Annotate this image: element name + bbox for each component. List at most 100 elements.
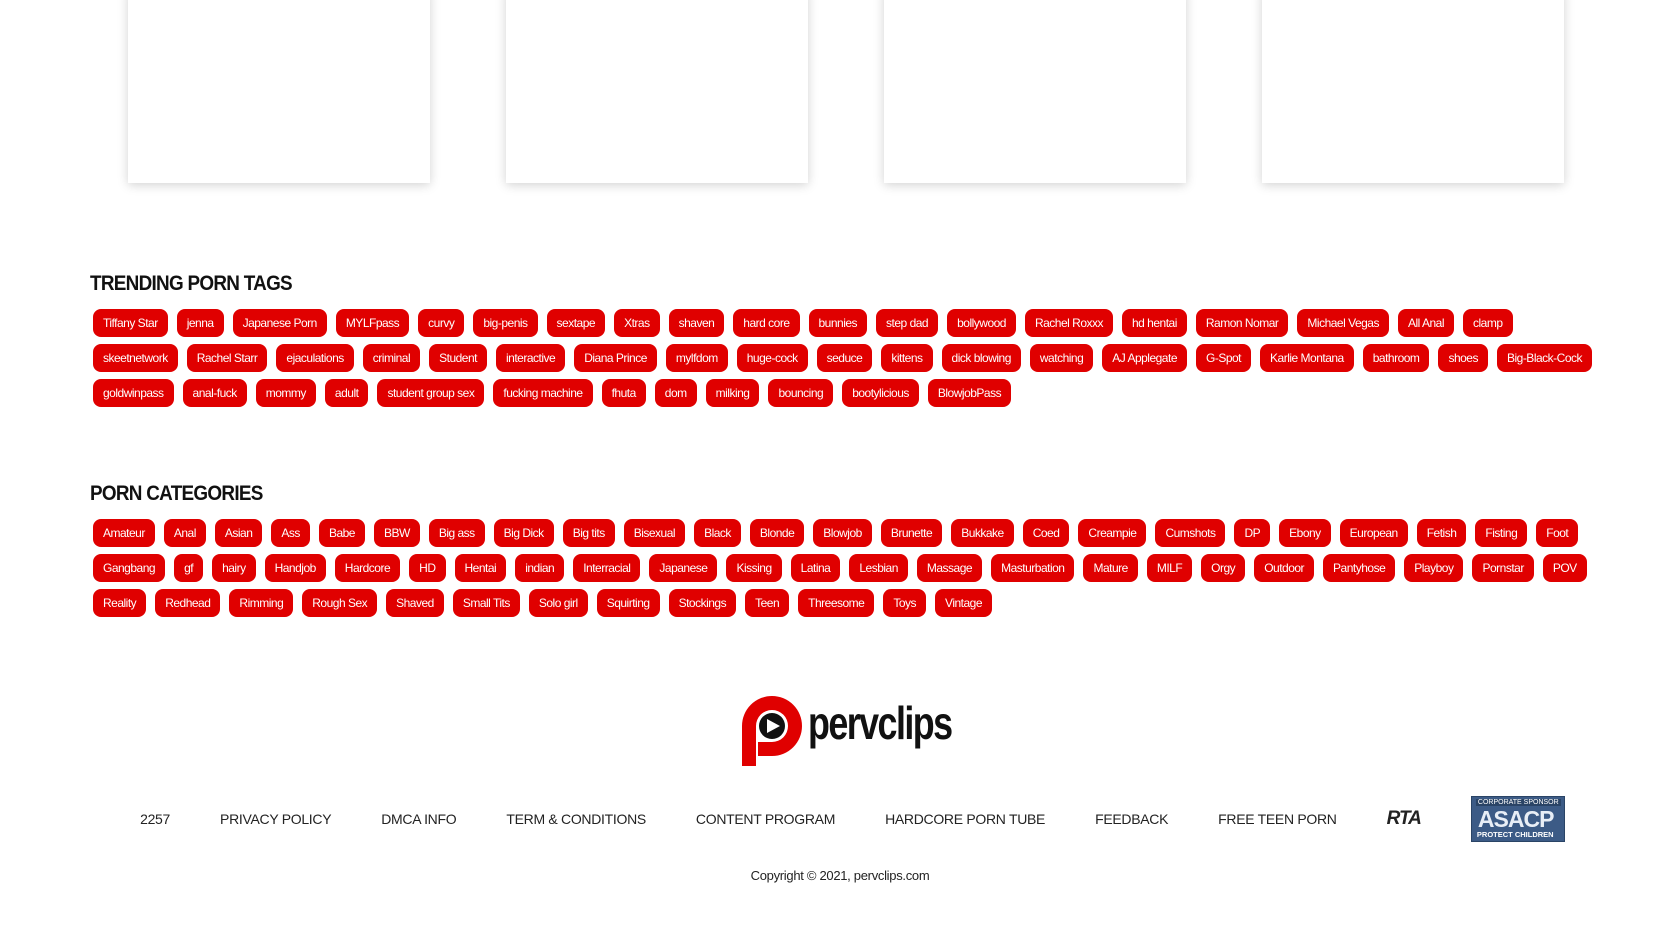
- trending-tag[interactable]: bathroom: [1362, 344, 1430, 372]
- category-tag[interactable]: Massage: [916, 554, 983, 582]
- category-tag[interactable]: Hardcore: [334, 554, 401, 582]
- category-tag[interactable]: Kissing: [726, 554, 782, 582]
- category-tag[interactable]: Rough Sex: [302, 589, 378, 617]
- category-tag[interactable]: Reality: [93, 589, 147, 617]
- trending-tag[interactable]: dick blowing: [941, 344, 1021, 372]
- category-tag[interactable]: Interracial: [573, 554, 641, 582]
- footer-link-privacy-policy[interactable]: PRIVACY POLICY: [220, 811, 332, 827]
- category-tag[interactable]: Orgy: [1201, 554, 1246, 582]
- category-tag[interactable]: Lesbian: [849, 554, 908, 582]
- category-tag[interactable]: Ebony: [1279, 519, 1331, 547]
- category-tag[interactable]: Mature: [1083, 554, 1138, 582]
- footer-link-free-teen-porn[interactable]: FREE TEEN PORN: [1218, 811, 1337, 827]
- category-tag[interactable]: Playboy: [1404, 554, 1464, 582]
- category-tag[interactable]: Japanese: [649, 554, 718, 582]
- video-card[interactable]: [128, 0, 430, 183]
- trending-tag[interactable]: watching: [1029, 344, 1094, 372]
- category-tag[interactable]: Stockings: [668, 589, 737, 617]
- category-tag[interactable]: Babe: [318, 519, 365, 547]
- category-tag[interactable]: Cumshots: [1155, 519, 1226, 547]
- category-tag[interactable]: Rimming: [229, 589, 294, 617]
- trending-tag[interactable]: Xtras: [614, 309, 660, 337]
- trending-tag[interactable]: sextape: [546, 309, 606, 337]
- site-logo[interactable]: pervclips: [736, 690, 953, 770]
- category-tag[interactable]: Outdoor: [1254, 554, 1315, 582]
- trending-tag[interactable]: bunnies: [808, 309, 868, 337]
- trending-tag[interactable]: clamp: [1463, 309, 1513, 337]
- trending-tag[interactable]: shoes: [1438, 344, 1488, 372]
- footer-link-content-program[interactable]: CONTENT PROGRAM: [696, 811, 835, 827]
- trending-tag[interactable]: jenna: [176, 309, 224, 337]
- trending-tag[interactable]: kittens: [881, 344, 933, 372]
- trending-tag[interactable]: Karlie Montana: [1260, 344, 1354, 372]
- trending-tag[interactable]: MYLFpass: [335, 309, 410, 337]
- trending-tag[interactable]: AJ Applegate: [1102, 344, 1187, 372]
- category-tag[interactable]: European: [1339, 519, 1408, 547]
- trending-tag[interactable]: hd hentai: [1122, 309, 1187, 337]
- category-tag[interactable]: Foot: [1536, 519, 1579, 547]
- video-card[interactable]: [1262, 0, 1564, 183]
- rta-badge[interactable]: RTA: [1387, 808, 1422, 830]
- category-tag[interactable]: Vintage: [935, 589, 993, 617]
- trending-tag[interactable]: G-Spot: [1196, 344, 1252, 372]
- trending-tag[interactable]: BlowjobPass: [927, 379, 1012, 407]
- category-tag[interactable]: HD: [409, 554, 446, 582]
- trending-tag[interactable]: mylfdom: [665, 344, 728, 372]
- category-tag[interactable]: MILF: [1146, 554, 1193, 582]
- trending-tag[interactable]: seduce: [816, 344, 873, 372]
- category-tag[interactable]: Toys: [883, 589, 927, 617]
- trending-tag[interactable]: ejaculations: [276, 344, 354, 372]
- trending-tag[interactable]: step dad: [876, 309, 939, 337]
- category-tag[interactable]: Squirting: [596, 589, 660, 617]
- trending-tag[interactable]: huge-cock: [736, 344, 808, 372]
- trending-tag[interactable]: Student: [429, 344, 487, 372]
- trending-tag[interactable]: student group sex: [377, 379, 485, 407]
- trending-tag[interactable]: mommy: [255, 379, 316, 407]
- category-tag[interactable]: Pantyhose: [1323, 554, 1396, 582]
- category-tag[interactable]: Blowjob: [813, 519, 872, 547]
- asacp-badge[interactable]: CORPORATE SPONSOR ASACP PROTECT CHILDREN: [1470, 796, 1565, 842]
- footer-link-terms[interactable]: TERM & CONDITIONS: [506, 811, 646, 827]
- category-tag[interactable]: Pornstar: [1472, 554, 1534, 582]
- category-tag[interactable]: Coed: [1022, 519, 1070, 547]
- category-tag[interactable]: hairy: [212, 554, 256, 582]
- category-tag[interactable]: Big tits: [562, 519, 615, 547]
- video-card[interactable]: [506, 0, 808, 183]
- footer-link-feedback[interactable]: FEEDBACK: [1095, 811, 1168, 827]
- trending-tag[interactable]: big-penis: [473, 309, 538, 337]
- trending-tag[interactable]: All Anal: [1397, 309, 1454, 337]
- trending-tag[interactable]: fhuta: [601, 379, 646, 407]
- trending-tag[interactable]: skeetnetwork: [93, 344, 178, 372]
- category-tag[interactable]: Bukkake: [951, 519, 1014, 547]
- category-tag[interactable]: DP: [1234, 519, 1271, 547]
- trending-tag[interactable]: shaven: [668, 309, 725, 337]
- category-tag[interactable]: Ass: [271, 519, 310, 547]
- trending-tag[interactable]: Diana Prince: [574, 344, 657, 372]
- category-tag[interactable]: Small Tits: [452, 589, 520, 617]
- trending-tag[interactable]: milking: [705, 379, 760, 407]
- trending-tag[interactable]: Tiffany Star: [93, 309, 168, 337]
- category-tag[interactable]: BBW: [373, 519, 420, 547]
- category-tag[interactable]: Big Dick: [493, 519, 554, 547]
- trending-tag[interactable]: criminal: [362, 344, 421, 372]
- category-tag[interactable]: Hentai: [454, 554, 507, 582]
- trending-tag[interactable]: anal-fuck: [182, 379, 247, 407]
- trending-tag[interactable]: interactive: [496, 344, 566, 372]
- footer-link-dmca-info[interactable]: DMCA INFO: [381, 811, 456, 827]
- category-tag[interactable]: Amateur: [93, 519, 155, 547]
- category-tag[interactable]: Shaved: [386, 589, 444, 617]
- video-card[interactable]: [884, 0, 1186, 183]
- trending-tag[interactable]: dom: [654, 379, 697, 407]
- category-tag[interactable]: Big ass: [428, 519, 485, 547]
- category-tag[interactable]: gf: [174, 554, 204, 582]
- trending-tag[interactable]: adult: [324, 379, 369, 407]
- trending-tag[interactable]: bootylicious: [842, 379, 919, 407]
- category-tag[interactable]: Threesome: [798, 589, 875, 617]
- trending-tag[interactable]: Big-Black-Cock: [1496, 344, 1592, 372]
- category-tag[interactable]: Blonde: [749, 519, 805, 547]
- category-tag[interactable]: Latina: [790, 554, 841, 582]
- category-tag[interactable]: indian: [515, 554, 565, 582]
- category-tag[interactable]: Black: [694, 519, 741, 547]
- category-tag[interactable]: Anal: [163, 519, 206, 547]
- trending-tag[interactable]: bouncing: [768, 379, 834, 407]
